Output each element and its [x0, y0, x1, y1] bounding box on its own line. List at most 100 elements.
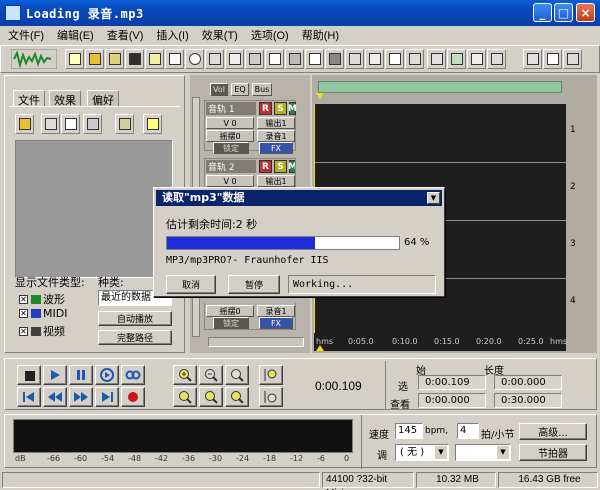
- selection-length-field[interactable]: 0:00.000: [494, 375, 562, 390]
- go-to-start-icon[interactable]: [17, 387, 41, 407]
- file-list[interactable]: [15, 140, 173, 278]
- record-arm-button[interactable]: R: [259, 160, 272, 173]
- waveform-checkbox[interactable]: ✕: [19, 294, 28, 304]
- open-folder-icon[interactable]: [85, 49, 104, 69]
- rewind-icon[interactable]: [43, 387, 67, 407]
- chevron-down-icon[interactable]: ▼: [497, 446, 509, 459]
- zoom-in-vertical-icon[interactable]: [259, 365, 283, 385]
- midi-checkbox[interactable]: ✕: [19, 309, 28, 318]
- view-start-field[interactable]: 0:00.000: [418, 393, 486, 408]
- dialog-title-bar[interactable]: 读取"mp3"数据 ▼: [156, 190, 442, 206]
- volume-control[interactable]: V 0: [206, 175, 254, 187]
- menu-edit[interactable]: 编辑(E): [57, 27, 94, 43]
- save-all-icon[interactable]: [145, 49, 164, 69]
- envelope-icon[interactable]: [305, 49, 324, 69]
- pan-control[interactable]: 摇摆0: [206, 305, 254, 317]
- lock-icon[interactable]: [467, 49, 486, 69]
- advanced-button[interactable]: 高级...: [519, 423, 587, 440]
- level-meter[interactable]: [13, 419, 353, 453]
- link-icon[interactable]: [427, 49, 446, 69]
- volume-control[interactable]: V 0: [206, 117, 254, 129]
- record-input-button[interactable]: 录音1: [257, 305, 295, 317]
- minimize-button[interactable]: _: [533, 3, 552, 22]
- full-path-button[interactable]: 完整路径: [98, 330, 172, 345]
- time-ruler[interactable]: hms 0:05.0 0:10.0 0:15.0 0:20.0 0:25.0 h…: [314, 333, 567, 351]
- track-horizontal-scrollbar[interactable]: [208, 337, 304, 347]
- menu-insert[interactable]: 插入(I): [156, 27, 188, 43]
- settings-icon[interactable]: [115, 114, 134, 134]
- auto-play-button[interactable]: 自动播放: [98, 311, 172, 326]
- insert-icon[interactable]: [365, 49, 384, 69]
- multitrack-view-icon[interactable]: [11, 49, 57, 69]
- playhead-marker-icon[interactable]: [316, 93, 326, 101]
- key-select[interactable]: ( 无 ) ▼: [395, 444, 449, 461]
- lock-button[interactable]: 锁定: [213, 317, 249, 329]
- filter-video[interactable]: ✕ 视频: [19, 323, 65, 339]
- bpm-input[interactable]: 145: [395, 423, 423, 439]
- fx-button[interactable]: FX: [259, 142, 293, 154]
- tab-favorites[interactable]: 偏好: [87, 90, 119, 107]
- menu-view[interactable]: 查看(V): [107, 27, 144, 43]
- close-file-icon[interactable]: [41, 114, 60, 134]
- menu-help[interactable]: 帮助(H): [302, 27, 339, 43]
- go-to-end-icon[interactable]: [95, 387, 119, 407]
- insert-file-icon[interactable]: [83, 114, 102, 134]
- solo-button[interactable]: S: [274, 160, 287, 173]
- grid-icon[interactable]: [225, 49, 244, 69]
- trim-icon[interactable]: [285, 49, 304, 69]
- tab-effects[interactable]: 效果: [49, 90, 81, 107]
- mix-icon[interactable]: [325, 49, 344, 69]
- tab-files[interactable]: 文件: [13, 90, 45, 107]
- snap-icon[interactable]: [405, 49, 424, 69]
- edit-file-icon[interactable]: [61, 114, 80, 134]
- split-icon[interactable]: [245, 49, 264, 69]
- zoom-full-icon[interactable]: [225, 365, 249, 385]
- menu-effects[interactable]: 效果(T): [202, 27, 238, 43]
- eq-icon[interactable]: [563, 49, 582, 69]
- record-input-button[interactable]: 录音1: [257, 130, 295, 142]
- view-length-field[interactable]: 0:30.000: [494, 393, 562, 408]
- overview-bar[interactable]: [318, 81, 562, 93]
- lock-button[interactable]: 锁定: [213, 142, 249, 154]
- fx-button[interactable]: FX: [259, 317, 293, 329]
- zoom-out-vertical-icon[interactable]: [259, 387, 283, 407]
- open-file-icon[interactable]: [105, 49, 124, 69]
- fast-forward-icon[interactable]: [69, 387, 93, 407]
- mute-button[interactable]: M: [288, 102, 297, 115]
- cut-icon[interactable]: [265, 49, 284, 69]
- tab-bus[interactable]: Bus: [252, 83, 272, 96]
- output-button[interactable]: 输出1: [257, 117, 295, 129]
- pause-button[interactable]: 暂停: [228, 275, 280, 294]
- filter-midi[interactable]: ✕ MIDI: [19, 307, 67, 320]
- title-bar[interactable]: Loading 录音.mp3 _ □ ×: [0, 0, 600, 26]
- menu-options[interactable]: 选项(O): [251, 27, 289, 43]
- new-file-icon[interactable]: [65, 49, 84, 69]
- selection-start-field[interactable]: 0:00.109: [418, 375, 486, 390]
- solo-button[interactable]: S: [274, 102, 287, 115]
- record-icon[interactable]: [121, 387, 145, 407]
- stop-icon[interactable]: [17, 365, 41, 385]
- play-icon[interactable]: [43, 365, 67, 385]
- tab-eq[interactable]: EQ: [231, 83, 249, 96]
- filter-waveform[interactable]: ✕ 波形: [19, 291, 65, 307]
- key-mode-select[interactable]: ▼: [455, 444, 511, 461]
- help-icon[interactable]: [143, 114, 162, 134]
- tab-vol[interactable]: Vol: [210, 83, 228, 96]
- zoom-right-icon[interactable]: [199, 387, 223, 407]
- video-checkbox[interactable]: ✕: [19, 326, 28, 336]
- loop-icon[interactable]: [121, 365, 145, 385]
- dry-wet-icon[interactable]: [543, 49, 562, 69]
- zoom-in-icon[interactable]: [173, 365, 197, 385]
- end-marker-icon[interactable]: [316, 345, 326, 353]
- open-folder-icon[interactable]: [15, 114, 34, 134]
- dialog-dropdown-icon[interactable]: ▼: [427, 192, 440, 204]
- zoom-out-icon[interactable]: [199, 365, 223, 385]
- close-button[interactable]: ×: [576, 3, 595, 22]
- metronome-button[interactable]: 节拍器: [519, 444, 587, 461]
- menu-file[interactable]: 文件(F): [8, 27, 44, 43]
- play-from-cursor-icon[interactable]: [95, 365, 119, 385]
- output-button[interactable]: 输出1: [257, 175, 295, 187]
- mute-button[interactable]: M: [288, 160, 295, 173]
- zoom-wave-icon[interactable]: [345, 49, 364, 69]
- save-icon[interactable]: [125, 49, 144, 69]
